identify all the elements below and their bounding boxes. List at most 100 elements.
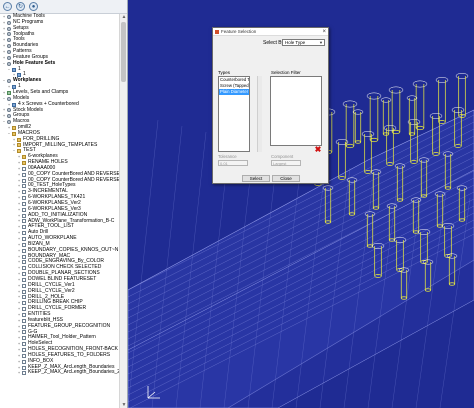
- scroll-down-icon[interactable]: ▼: [121, 402, 127, 408]
- collapse-icon[interactable]: −: [2, 79, 6, 83]
- back-icon[interactable]: ←: [3, 2, 12, 11]
- expand-icon[interactable]: +: [17, 213, 21, 218]
- expand-icon[interactable]: +: [17, 342, 21, 346]
- expand-icon[interactable]: +: [17, 330, 21, 334]
- expand-icon[interactable]: +: [17, 172, 21, 177]
- explorer-panel: ← ↻ ● + Machine Tools + NC Programs + Setups +…: [0, 0, 128, 408]
- select-button[interactable]: Select: [242, 175, 270, 182]
- file-icon: [22, 342, 26, 347]
- file-icon: [22, 242, 26, 247]
- tolerance-input[interactable]: 0.01: [218, 160, 248, 166]
- select-by-dropdown[interactable]: Hole Type ▼: [282, 38, 325, 46]
- component-dropdown[interactable]: Largest: [271, 160, 301, 166]
- expand-icon[interactable]: +: [2, 108, 6, 112]
- expand-icon[interactable]: +: [2, 49, 6, 54]
- expand-icon[interactable]: +: [17, 266, 21, 270]
- expand-icon[interactable]: +: [17, 371, 21, 375]
- collapse-icon[interactable]: −: [2, 96, 6, 101]
- expand-icon[interactable]: +: [2, 55, 6, 60]
- types-scrollbar[interactable]: [257, 76, 262, 152]
- gear-icon: [7, 108, 11, 113]
- file-icon: [22, 254, 26, 259]
- expand-icon[interactable]: +: [17, 301, 21, 305]
- expand-icon[interactable]: +: [7, 85, 11, 89]
- expand-icon[interactable]: +: [2, 32, 6, 36]
- expand-icon[interactable]: +: [2, 44, 6, 48]
- expand-icon[interactable]: +: [17, 201, 21, 206]
- box-icon: [12, 67, 16, 72]
- expand-icon[interactable]: +: [17, 155, 21, 159]
- delete-icon[interactable]: ✖: [314, 146, 322, 154]
- expand-icon[interactable]: +: [2, 114, 6, 118]
- gear-icon: [7, 49, 11, 54]
- gear-icon: [7, 14, 11, 19]
- expand-icon[interactable]: +: [2, 20, 6, 25]
- expand-icon[interactable]: +: [17, 324, 21, 329]
- app-icon: [215, 29, 219, 34]
- gear-icon: [7, 55, 11, 60]
- collapse-icon[interactable]: −: [7, 131, 11, 136]
- expand-icon[interactable]: +: [17, 277, 21, 282]
- expand-icon[interactable]: +: [17, 307, 21, 311]
- selection-filter-label: Selection Filter: [271, 70, 301, 75]
- expand-icon[interactable]: +: [17, 353, 21, 358]
- dialog-titlebar[interactable]: Feature Selection ×: [213, 28, 328, 36]
- expand-icon[interactable]: +: [17, 161, 21, 165]
- expand-icon[interactable]: +: [17, 272, 21, 276]
- expand-icon[interactable]: +: [2, 38, 6, 42]
- expand-icon[interactable]: +: [17, 318, 21, 323]
- expand-icon[interactable]: +: [17, 359, 21, 364]
- types-list[interactable]: Counterbored T Screw (Tapped) Plain Diamet…: [218, 76, 250, 152]
- expand-icon[interactable]: +: [17, 254, 21, 259]
- expand-icon[interactable]: +: [17, 260, 21, 264]
- hole-bottom: [382, 132, 390, 136]
- file-icon: [22, 348, 26, 353]
- collapse-icon[interactable]: −: [12, 149, 16, 153]
- close-icon[interactable]: ×: [322, 28, 326, 36]
- expand-icon[interactable]: +: [17, 348, 21, 352]
- expand-icon[interactable]: +: [17, 231, 21, 235]
- box-icon: [12, 102, 16, 107]
- folder-icon: [17, 137, 21, 142]
- expand-icon[interactable]: +: [17, 219, 21, 223]
- expand-icon[interactable]: +: [2, 26, 6, 31]
- expand-icon[interactable]: +: [17, 178, 21, 183]
- expand-icon[interactable]: +: [17, 289, 21, 294]
- expand-icon[interactable]: +: [17, 295, 21, 299]
- scroll-up-icon[interactable]: ▲: [121, 14, 127, 20]
- expand-icon[interactable]: +: [17, 190, 21, 194]
- expand-icon[interactable]: +: [2, 90, 6, 95]
- scrollbar-thumb[interactable]: [121, 22, 126, 82]
- selection-filter-list[interactable]: [270, 76, 322, 146]
- expand-icon[interactable]: +: [17, 242, 21, 247]
- expand-icon[interactable]: +: [17, 166, 21, 171]
- collapse-icon[interactable]: −: [7, 67, 11, 72]
- expand-icon[interactable]: +: [2, 14, 6, 19]
- file-icon: [22, 336, 26, 341]
- expand-icon[interactable]: +: [17, 207, 21, 212]
- tree-item[interactable]: + KEEP_Z_MAX_ArcLength_Boundaries_2: [0, 370, 120, 376]
- refresh-icon[interactable]: ↻: [16, 2, 25, 11]
- expand-icon[interactable]: +: [17, 283, 21, 288]
- expand-icon[interactable]: +: [12, 143, 16, 147]
- tree-item-label: FEATURE_GROUP_RECOGNITION: [28, 322, 111, 329]
- expand-icon[interactable]: +: [17, 336, 21, 340]
- globe-icon[interactable]: ●: [29, 2, 38, 11]
- type-list-item[interactable]: Plain Diameter: [219, 89, 249, 95]
- expand-icon[interactable]: +: [17, 248, 21, 253]
- expand-icon[interactable]: +: [17, 312, 21, 317]
- expand-icon[interactable]: +: [17, 365, 21, 370]
- expand-icon[interactable]: +: [7, 102, 11, 107]
- close-button[interactable]: Close: [272, 175, 300, 182]
- collapse-icon[interactable]: −: [2, 120, 6, 124]
- expand-icon[interactable]: +: [17, 184, 21, 188]
- expand-icon[interactable]: +: [12, 137, 16, 142]
- explorer-scrollbar[interactable]: ▲ ▼: [119, 14, 127, 408]
- file-icon: [22, 266, 26, 271]
- expand-icon[interactable]: +: [17, 225, 21, 229]
- gear-icon: [7, 114, 11, 119]
- expand-icon[interactable]: +: [17, 196, 21, 200]
- expand-icon[interactable]: +: [7, 125, 11, 130]
- expand-icon[interactable]: +: [17, 236, 21, 241]
- collapse-icon[interactable]: −: [2, 61, 6, 66]
